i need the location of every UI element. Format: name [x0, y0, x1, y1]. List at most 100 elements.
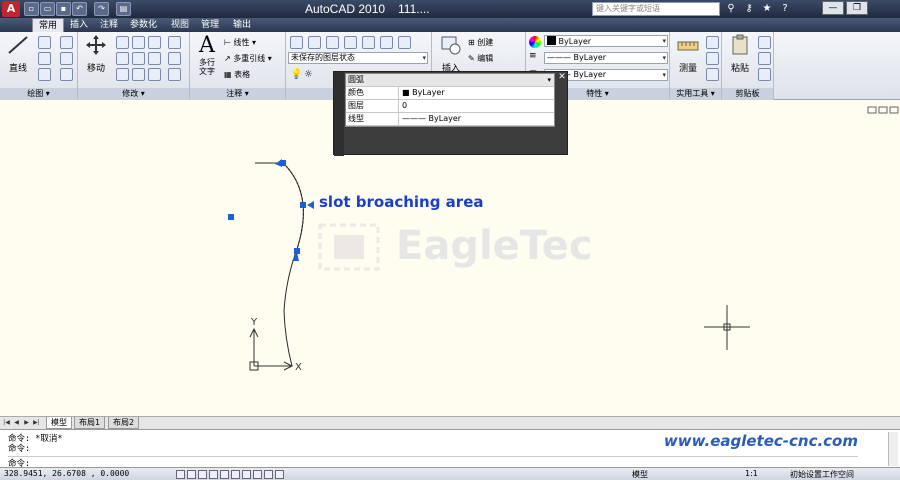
dyn-toggle-icon[interactable] [253, 470, 262, 479]
model-space-label[interactable]: 模型 [632, 469, 648, 480]
tab-output[interactable]: 输出 [227, 18, 257, 32]
first-layout-icon[interactable]: |◀ [2, 418, 11, 428]
property-value[interactable]: 0 [398, 100, 554, 112]
command-scrollbar[interactable] [888, 432, 898, 466]
tab-manage[interactable]: 管理 [195, 18, 225, 32]
edit-block-button[interactable]: ✎ 编辑 [468, 53, 493, 64]
arc-center-grip[interactable] [228, 214, 234, 220]
polar-toggle-icon[interactable] [209, 470, 218, 479]
draw-panel-title[interactable]: 绘图 ▾ [0, 88, 77, 100]
fillet-icon[interactable] [132, 52, 145, 65]
object-type-dropdown-icon[interactable]: ▾ [547, 74, 551, 86]
copy-clip-icon[interactable] [758, 52, 771, 65]
rectangle-icon[interactable] [60, 36, 73, 49]
minimize-button[interactable]: — [822, 1, 844, 15]
tab-home[interactable]: 常用 [32, 18, 65, 32]
utilities-panel-title[interactable]: 实用工具 ▾ [670, 88, 721, 100]
quick-calc-icon[interactable] [706, 36, 719, 49]
cut-icon[interactable] [758, 36, 771, 49]
close-icon[interactable]: ✕ [557, 72, 567, 82]
otrack-toggle-icon[interactable] [231, 470, 240, 479]
property-row-color[interactable]: 颜色 ■ ByLayer [346, 87, 554, 100]
offset-icon[interactable] [148, 68, 161, 81]
print-icon[interactable]: ▤ [116, 2, 131, 16]
move-button[interactable]: 移动 [82, 34, 110, 74]
linear-dimension-button[interactable]: ⊢ 线性 ▾ [224, 37, 256, 48]
modify-panel-title[interactable]: 修改 ▾ [78, 88, 189, 100]
property-row-linetype[interactable]: 线型 ——— ByLayer [346, 113, 554, 126]
trim-icon[interactable] [148, 36, 161, 49]
binoculars-icon[interactable]: ⚲ [723, 2, 739, 16]
new-file-icon[interactable]: ▫ [24, 2, 39, 16]
layer-lock-icon[interactable] [380, 36, 393, 49]
insert-block-button[interactable]: 插入 [436, 34, 466, 74]
redo-icon[interactable]: ↷ [94, 2, 109, 16]
tab-view[interactable]: 视图 [165, 18, 195, 32]
scale-icon[interactable] [132, 68, 145, 81]
mtext-button[interactable]: A 多行 文字 [194, 34, 220, 77]
annotation-scale[interactable]: 1:1 [745, 469, 758, 478]
copy-icon[interactable] [116, 36, 129, 49]
prev-layout-icon[interactable]: ◀ [12, 418, 21, 428]
copy-base-icon[interactable] [758, 68, 771, 81]
property-value[interactable]: ——— ByLayer [398, 113, 554, 125]
layer-properties-icon[interactable] [290, 36, 303, 49]
lineweight-toggle-icon[interactable] [264, 470, 273, 479]
layer-freeze-icon[interactable] [344, 36, 357, 49]
tab-annotate[interactable]: 注释 [94, 18, 124, 32]
annotation-panel-title[interactable]: 注释 ▾ [190, 88, 285, 100]
id-point-icon[interactable] [706, 68, 719, 81]
color-dropdown[interactable]: ByLayer ▾ [544, 35, 668, 47]
layer-state-dropdown[interactable]: 未保存的图层状态 ▾ [288, 52, 428, 64]
arc-segment[interactable] [282, 162, 304, 367]
ducs-toggle-icon[interactable] [242, 470, 251, 479]
tab-parametric[interactable]: 参数化 [124, 18, 163, 32]
sun-icon[interactable]: ☼ [304, 69, 313, 80]
app-menu-button[interactable]: A [2, 1, 20, 17]
snap-toggle-icon[interactable] [176, 470, 185, 479]
polyline-icon[interactable] [38, 36, 51, 49]
open-file-icon[interactable]: ▭ [40, 2, 55, 16]
search-input[interactable]: 键入关键字或短语 [592, 2, 720, 16]
circle-icon[interactable] [38, 52, 51, 65]
ortho-toggle-icon[interactable] [198, 470, 207, 479]
arc-mid-arrow-grip[interactable] [307, 201, 314, 209]
linetype-dropdown[interactable]: ——— ByLayer ▾ [544, 52, 668, 64]
rotate-icon[interactable] [132, 36, 145, 49]
extend-icon[interactable] [168, 52, 181, 65]
restore-button[interactable]: ❐ [846, 1, 868, 15]
create-block-button[interactable]: ⊞ 创建 [468, 37, 493, 48]
table-button[interactable]: ▦ 表格 [224, 69, 250, 80]
save-icon[interactable]: ▪ [56, 2, 71, 16]
mirror-icon[interactable] [116, 52, 129, 65]
panel-grip[interactable] [334, 72, 344, 156]
workspace-switcher[interactable]: 初始设置工作空间 [790, 469, 854, 480]
arc-mid-grip[interactable] [300, 202, 306, 208]
lightbulb-icon[interactable]: 💡 [290, 69, 302, 80]
osnap-toggle-icon[interactable] [220, 470, 229, 479]
stretch-icon[interactable] [116, 68, 129, 81]
layer-match-icon[interactable] [398, 36, 411, 49]
undo-icon[interactable]: ↶ [72, 2, 87, 16]
last-layout-icon[interactable]: ▶| [32, 418, 41, 428]
help-icon[interactable]: ? [777, 2, 793, 16]
region-icon[interactable] [60, 68, 73, 81]
measure-button[interactable]: 测量 [673, 34, 703, 74]
arc-icon[interactable] [38, 68, 51, 81]
array-icon[interactable] [168, 36, 181, 49]
properties-header[interactable]: 圆弧 ▾ [346, 74, 554, 87]
explode-icon[interactable] [148, 52, 161, 65]
paste-button[interactable]: 粘贴 [725, 34, 755, 74]
tab-layout2[interactable]: 布局2 [108, 417, 140, 429]
grid-toggle-icon[interactable] [187, 470, 196, 479]
line-button[interactable]: 直线 [4, 34, 32, 74]
property-value[interactable]: ■ ByLayer [398, 87, 554, 99]
star-icon[interactable]: ★ [759, 2, 775, 16]
qp-toggle-icon[interactable] [275, 470, 284, 479]
layer-state-icon[interactable] [308, 36, 321, 49]
layer-off-icon[interactable] [362, 36, 375, 49]
coordinate-readout[interactable]: 328.9451, 26.6708 , 0.0000 [4, 469, 129, 478]
key-icon[interactable]: ⚷ [741, 2, 757, 16]
select-all-icon[interactable] [706, 52, 719, 65]
tab-layout1[interactable]: 布局1 [74, 417, 106, 429]
